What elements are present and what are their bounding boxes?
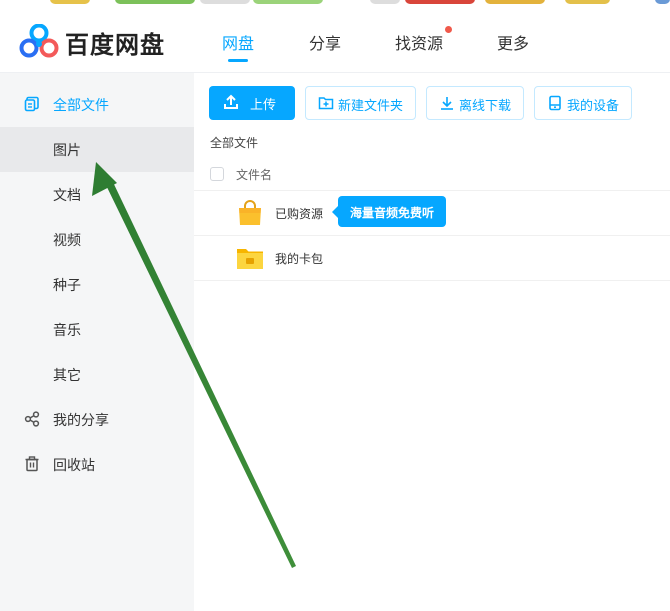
upload-icon <box>224 94 238 109</box>
files-icon <box>24 96 39 112</box>
offline-download-button[interactable]: 离线下载 <box>426 86 524 120</box>
file-name[interactable]: 我的卡包 <box>275 250 323 267</box>
notification-dot <box>445 26 452 33</box>
new-folder-button[interactable]: 新建文件夹 <box>305 86 416 120</box>
nav-netdisk[interactable]: 网盘 <box>222 30 254 54</box>
tooltip-text: 海量音频免费听 <box>350 206 435 220</box>
sidebar-item-label: 文档 <box>53 188 81 204</box>
sidebar-item-all-files[interactable]: 全部文件 <box>0 82 194 127</box>
file-list-header: 文件名 <box>194 160 670 191</box>
new-folder-icon <box>318 97 334 110</box>
wallet-folder-icon <box>237 249 263 269</box>
sidebar-item-other[interactable]: 其它 <box>0 352 194 397</box>
nav-more[interactable]: 更多 <box>497 30 529 54</box>
upload-button[interactable]: 上传 <box>209 86 295 120</box>
tooltip-arrow <box>332 206 338 218</box>
offline-download-label: 离线下载 <box>459 99 512 114</box>
tooltip: 海量音频免费听 <box>332 196 446 227</box>
breadcrumb[interactable]: 全部文件 <box>210 134 258 151</box>
shopping-bag-icon <box>239 200 261 225</box>
sidebar-item-label: 我的分享 <box>53 413 109 429</box>
top-bar: 百度网盘 网盘 分享 找资源 更多 <box>0 6 670 73</box>
sidebar-item-my-shares[interactable]: 我的分享 <box>0 397 194 442</box>
download-icon <box>441 97 453 110</box>
sidebar-item-label: 视频 <box>53 233 81 249</box>
app-title: 百度网盘 <box>65 31 165 59</box>
column-header-filename[interactable]: 文件名 <box>236 166 272 183</box>
sidebar-item-videos[interactable]: 视频 <box>0 217 194 262</box>
sidebar-item-label: 其它 <box>53 368 81 384</box>
nav-find-resources[interactable]: 找资源 <box>395 30 443 54</box>
sidebar-item-label: 图片 <box>53 143 81 159</box>
sidebar-item-music[interactable]: 音乐 <box>0 307 194 352</box>
new-folder-label: 新建文件夹 <box>338 99 404 114</box>
sidebar-item-label: 音乐 <box>53 323 81 339</box>
main-content: 上传 新建文件夹 离线下载 我的设备 全部文件 文件名 已购资源 我的卡包 海量… <box>194 73 670 611</box>
sidebar-item-label: 回收站 <box>53 458 95 474</box>
nav-active-indicator <box>228 59 248 62</box>
sidebar-item-torrents[interactable]: 种子 <box>0 262 194 307</box>
logo[interactable]: 百度网盘 <box>19 22 169 59</box>
my-devices-button[interactable]: 我的设备 <box>534 86 632 120</box>
sidebar-item-recycle-bin[interactable]: 回收站 <box>0 442 194 487</box>
share-icon <box>24 411 40 427</box>
upload-label: 上传 <box>250 98 277 113</box>
file-row[interactable]: 我的卡包 <box>194 236 670 281</box>
baidu-netdisk-logo-icon <box>19 24 59 58</box>
sidebar-item-label: 全部文件 <box>53 98 109 114</box>
sidebar-item-documents[interactable]: 文档 <box>0 172 194 217</box>
device-icon <box>549 95 561 111</box>
trash-icon <box>25 456 39 472</box>
sidebar-item-images[interactable]: 图片 <box>0 127 194 172</box>
file-name[interactable]: 已购资源 <box>275 205 323 222</box>
select-all-checkbox[interactable] <box>210 167 224 181</box>
nav-share[interactable]: 分享 <box>309 30 341 54</box>
sidebar: 全部文件 图片 文档 视频 种子 音乐 其它 我的分享 回收站 <box>0 73 194 611</box>
my-devices-label: 我的设备 <box>567 99 620 114</box>
sidebar-item-label: 种子 <box>53 278 81 294</box>
